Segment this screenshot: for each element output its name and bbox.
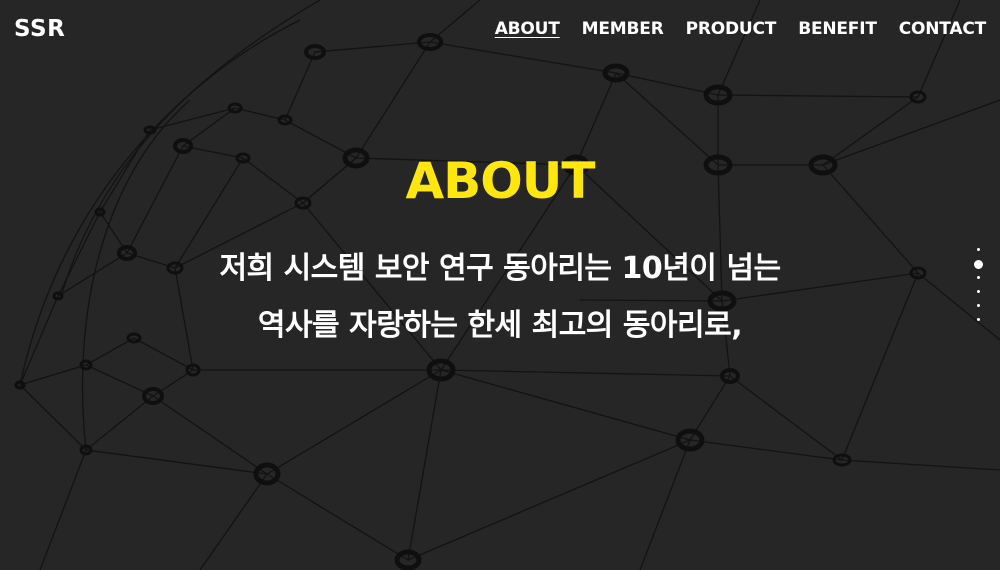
pager-dot-3[interactable] [977,276,980,279]
main-nav: ABOUT MEMBER PRODUCT BENEFIT CONTACT [495,19,986,39]
nav-item-contact[interactable]: CONTACT [899,19,986,39]
pager-dot-5[interactable] [977,304,980,307]
nav-item-about[interactable]: ABOUT [495,19,560,39]
nav-item-product[interactable]: PRODUCT [686,19,777,39]
nav-item-member[interactable]: MEMBER [582,19,664,39]
pager-dot-6[interactable] [977,318,980,321]
nav-item-benefit[interactable]: BENEFIT [798,19,877,39]
pager-dot-4[interactable] [977,290,980,293]
hero-title: ABOUT [405,152,595,210]
section-pager [973,248,985,323]
page: SSR ABOUT MEMBER PRODUCT BENEFIT CONTACT… [0,0,1000,570]
hero-text-line-1: 저희 시스템 보안 연구 동아리는 10년이 넘는 [219,251,781,286]
header: SSR ABOUT MEMBER PRODUCT BENEFIT CONTACT [0,0,1000,60]
logo[interactable]: SSR [14,16,65,42]
pager-dot-2-active[interactable] [974,260,983,269]
pager-dot-1[interactable] [977,248,980,251]
hero-text-line-2: 역사를 자랑하는 한세 최고의 동아리로, [257,308,743,343]
